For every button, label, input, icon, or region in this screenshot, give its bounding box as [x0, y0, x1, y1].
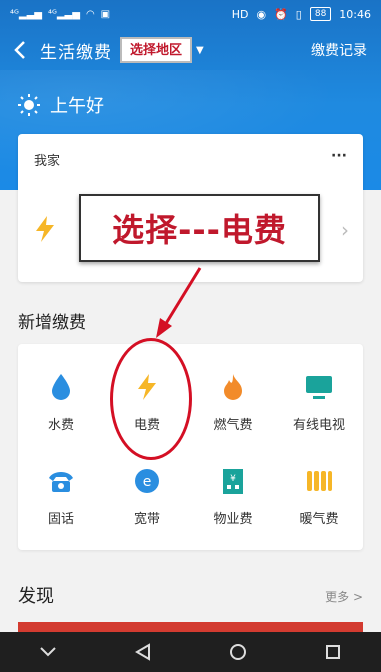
tile-heating[interactable]: 暖气费 — [276, 448, 362, 536]
tile-label: 宽带 — [133, 512, 160, 527]
discover-banner[interactable] — [18, 622, 363, 632]
tile-water[interactable]: 水费 — [18, 354, 104, 442]
tile-broadband[interactable]: e 宽带 — [104, 448, 190, 536]
tile-label: 物业费 — [213, 512, 253, 527]
recents-square-icon — [326, 645, 341, 659]
tile-cable-tv[interactable]: 有线电视 — [276, 354, 362, 442]
svg-text:¥: ¥ — [230, 474, 236, 484]
flame-icon — [221, 370, 245, 404]
nav-collapse-button[interactable] — [28, 632, 68, 672]
section-title: 新增缴费 — [18, 313, 86, 333]
broadband-icon: e — [134, 464, 160, 498]
annotation-circle — [110, 338, 192, 460]
nav-back-button[interactable] — [123, 632, 163, 672]
tv-icon — [305, 370, 333, 404]
back-triangle-icon — [134, 643, 150, 661]
tile-property[interactable]: ¥ 物业费 — [190, 448, 276, 536]
heater-icon — [305, 464, 333, 498]
tile-label: 有线电视 — [292, 418, 345, 433]
tile-label: 固话 — [47, 512, 74, 527]
water-drop-icon — [49, 370, 73, 404]
home-circle-icon — [230, 644, 247, 660]
more-link[interactable]: 更多 > — [325, 588, 363, 605]
nav-home-button[interactable] — [218, 632, 258, 672]
tile-landline[interactable]: 固话 — [18, 448, 104, 536]
system-nav-bar — [0, 632, 381, 672]
tile-gas[interactable]: 燃气费 — [190, 354, 276, 442]
chevron-down-icon — [39, 647, 56, 657]
telephone-icon — [47, 464, 75, 498]
tile-label: 燃气费 — [213, 418, 253, 433]
property-icon: ¥ — [220, 464, 246, 498]
discover-title: 发现 — [18, 586, 54, 607]
svg-text:e: e — [143, 474, 152, 490]
payment-type-grid: 水费 电费 燃气费 有线电视 固话 e 宽带 ¥ 物业费 暖气费 — [18, 344, 363, 550]
nav-recents-button[interactable] — [313, 632, 353, 672]
tile-label: 水费 — [47, 418, 74, 433]
annotation-arrow — [156, 267, 202, 338]
tile-label: 暖气费 — [299, 512, 339, 527]
